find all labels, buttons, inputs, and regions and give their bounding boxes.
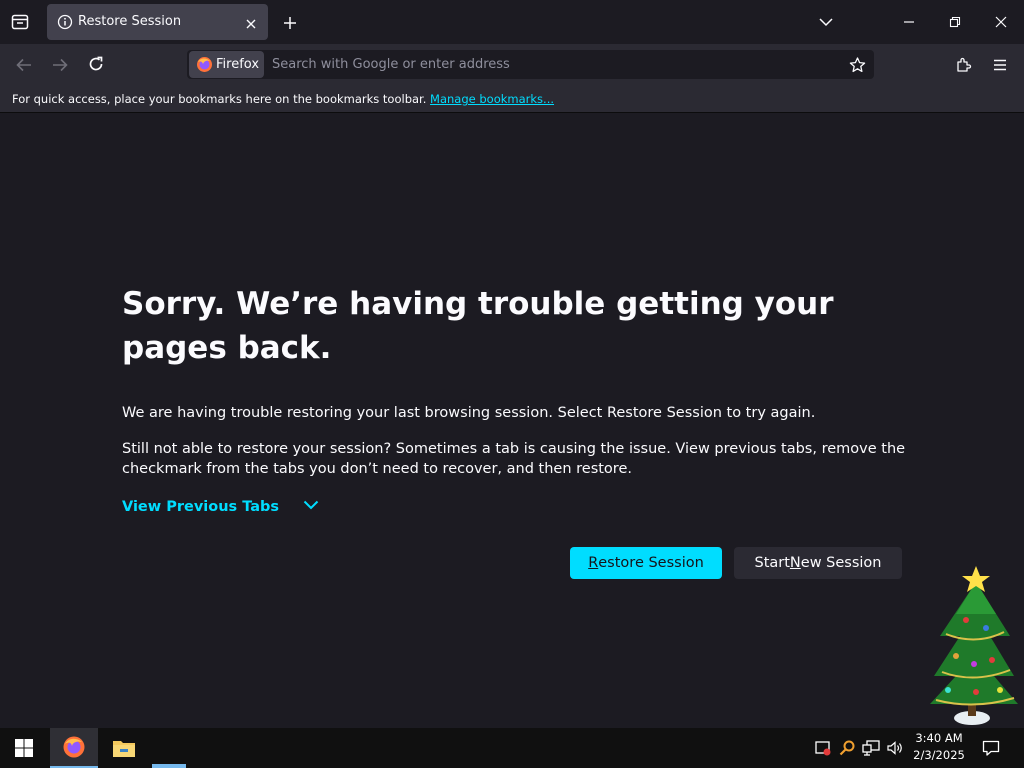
list-all-tabs-icon[interactable] <box>815 12 837 32</box>
identity-label: Firefox <box>216 57 260 72</box>
help-paragraph: Still not able to restore your session? … <box>122 441 906 477</box>
close-tab-icon[interactable] <box>245 15 257 34</box>
view-previous-tabs-toggle[interactable]: View Previous Tabs <box>122 499 319 515</box>
tab-title: Restore Session <box>78 14 182 29</box>
firefox-logo-icon <box>196 56 213 77</box>
back-icon[interactable] <box>12 54 36 76</box>
start-new-session-button[interactable]: Start New Session <box>734 547 902 579</box>
close-window-icon[interactable] <box>988 12 1014 32</box>
restore-window-icon[interactable] <box>942 12 968 32</box>
taskbar-file-explorer-icon[interactable] <box>100 728 148 768</box>
forward-icon[interactable] <box>48 54 72 76</box>
menu-hamburger-icon[interactable] <box>989 54 1011 76</box>
view-previous-tabs-label: View Previous Tabs <box>122 499 280 515</box>
volume-icon[interactable] <box>886 739 904 761</box>
search-key-icon[interactable] <box>838 739 856 761</box>
url-input-placeholder[interactable]: Search with Google or enter address <box>272 57 510 72</box>
description-paragraph: We are having trouble restoring your las… <box>122 405 816 421</box>
windows-start-icon[interactable] <box>0 728 48 768</box>
taskbar-firefox-icon[interactable] <box>50 728 98 768</box>
new-tab-icon[interactable] <box>279 12 301 34</box>
manage-bookmarks-link[interactable]: Manage bookmarks... <box>430 92 554 106</box>
bookmark-star-icon[interactable] <box>846 54 868 76</box>
page-title: Sorry. We’re having trouble getting your… <box>122 286 834 366</box>
minimize-icon[interactable] <box>896 12 922 32</box>
notifications-icon[interactable] <box>982 739 1000 761</box>
clock-date: 2/3/2025 <box>913 748 965 762</box>
security-shield-icon[interactable] <box>814 739 832 761</box>
restore-session-button[interactable]: Restore Session <box>570 547 722 579</box>
taskbar-running-indicator <box>152 764 186 768</box>
taskbar-clock[interactable]: 3:40 AM 2/3/2025 <box>908 730 970 764</box>
clock-time: 3:40 AM <box>915 731 963 745</box>
tab-restore-session[interactable]: Restore Session <box>47 4 268 40</box>
christmas-tree-decoration <box>926 564 1022 728</box>
identity-box[interactable]: Firefox <box>189 51 264 78</box>
bookmarks-hint-text: For quick access, place your bookmarks h… <box>12 92 427 106</box>
bookmarks-toolbar: For quick access, place your bookmarks h… <box>0 85 1024 113</box>
info-icon <box>57 14 73 34</box>
reload-icon[interactable] <box>84 53 108 75</box>
firefox-view-icon[interactable] <box>8 11 32 33</box>
chevron-down-icon <box>303 498 319 514</box>
extensions-icon[interactable] <box>953 54 975 76</box>
network-icon[interactable] <box>862 739 880 761</box>
